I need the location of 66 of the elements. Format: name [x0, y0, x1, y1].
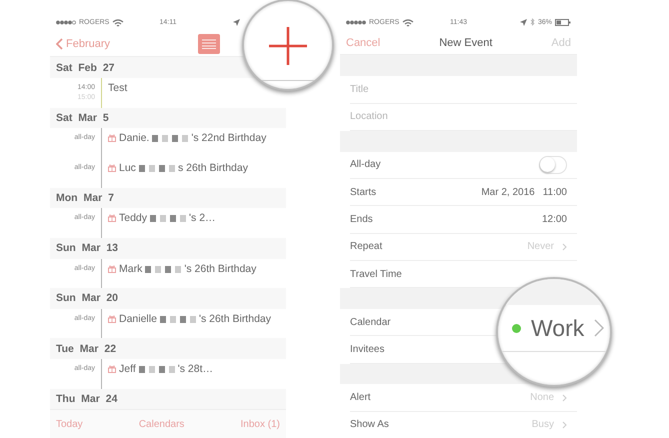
gift-icon — [108, 214, 116, 222]
event-title-suffix: 's 26th Birthday — [184, 262, 256, 275]
add-icon[interactable] — [267, 25, 309, 67]
event-title-suffix: s 26th Birthday — [178, 162, 248, 174]
chevron-right-icon — [594, 319, 604, 337]
redaction-drawing — [152, 135, 188, 142]
event-title: Danielle — [119, 312, 157, 325]
row-label: Show As — [350, 419, 390, 430]
signal-icon — [56, 20, 76, 26]
wifi-icon — [402, 18, 414, 27]
row-label: Starts — [350, 186, 378, 198]
time-value: 11:00 — [542, 186, 567, 198]
event-title: Teddy — [119, 212, 148, 224]
gift-icon — [108, 365, 116, 374]
location-arrow-icon — [520, 18, 527, 26]
chevron-right-icon — [562, 242, 567, 251]
chevron-right-icon — [562, 420, 567, 429]
event-title-suffix: 's 28t… — [178, 363, 214, 376]
text-field[interactable]: Title — [350, 84, 500, 95]
event-title-suffix: 's 22nd Birthday — [191, 132, 266, 144]
day-header: Sat Mar 5 — [50, 108, 286, 128]
list-icon — [202, 39, 216, 50]
calendar-value[interactable]: Work — [531, 314, 584, 342]
day-header: Mon Mar 7 — [50, 188, 286, 208]
gift-icon — [108, 314, 116, 323]
event-title-suffix: 's 2… — [189, 212, 216, 224]
bluetooth-icon — [530, 18, 535, 26]
nav-title: New Event — [438, 36, 494, 49]
redaction-drawing — [138, 366, 175, 374]
event-title-suffix: 's 26th Birthday — [198, 312, 271, 325]
gift-icon — [108, 134, 116, 142]
wifi-icon — [112, 18, 124, 28]
day-header: Sun Mar 13 — [50, 238, 286, 259]
event-title: Luc — [119, 162, 136, 174]
row-label[interactable]: Calendar — [350, 316, 391, 328]
event-title: Mark — [119, 262, 142, 275]
list-view-button[interactable] — [198, 34, 220, 54]
gift-icon — [108, 264, 116, 273]
day-header: Sun Mar 20 — [50, 288, 286, 309]
event-title: Danie. — [119, 132, 150, 144]
list-row[interactable]: Ends 12:00 — [350, 206, 577, 234]
text-field[interactable]: Location — [350, 111, 500, 122]
day-header: Tue Mar 22 — [50, 338, 286, 360]
date-value: Mar 2, 2016 — [481, 186, 535, 198]
battery-icon — [555, 18, 571, 26]
redaction-drawing — [150, 215, 186, 222]
gift-icon — [108, 164, 116, 172]
location-arrow-icon — [233, 19, 240, 26]
signal-icon — [346, 20, 366, 25]
time-value: 12:00 — [542, 214, 567, 225]
chevron-left-icon — [56, 38, 63, 50]
toggle-switch[interactable] — [539, 156, 567, 174]
list-row[interactable]: Starts Mar 2, 2016 11:00 — [350, 178, 577, 206]
redaction-drawing — [160, 316, 196, 323]
event-title: Test — [108, 82, 128, 94]
row-label[interactable]: Invitees — [350, 344, 384, 355]
row-label: Alert — [350, 392, 372, 404]
day-header: Thu Mar 24 — [50, 388, 286, 410]
row-label: Ends — [350, 214, 374, 225]
row-label: All-day — [350, 159, 382, 170]
event-title: Jeff — [119, 363, 136, 376]
chevron-right-icon — [562, 394, 567, 402]
row-label[interactable]: Travel Time — [350, 268, 402, 280]
redaction-drawing — [138, 164, 175, 172]
row-label: Repeat — [350, 241, 384, 252]
redaction-drawing — [145, 266, 182, 273]
